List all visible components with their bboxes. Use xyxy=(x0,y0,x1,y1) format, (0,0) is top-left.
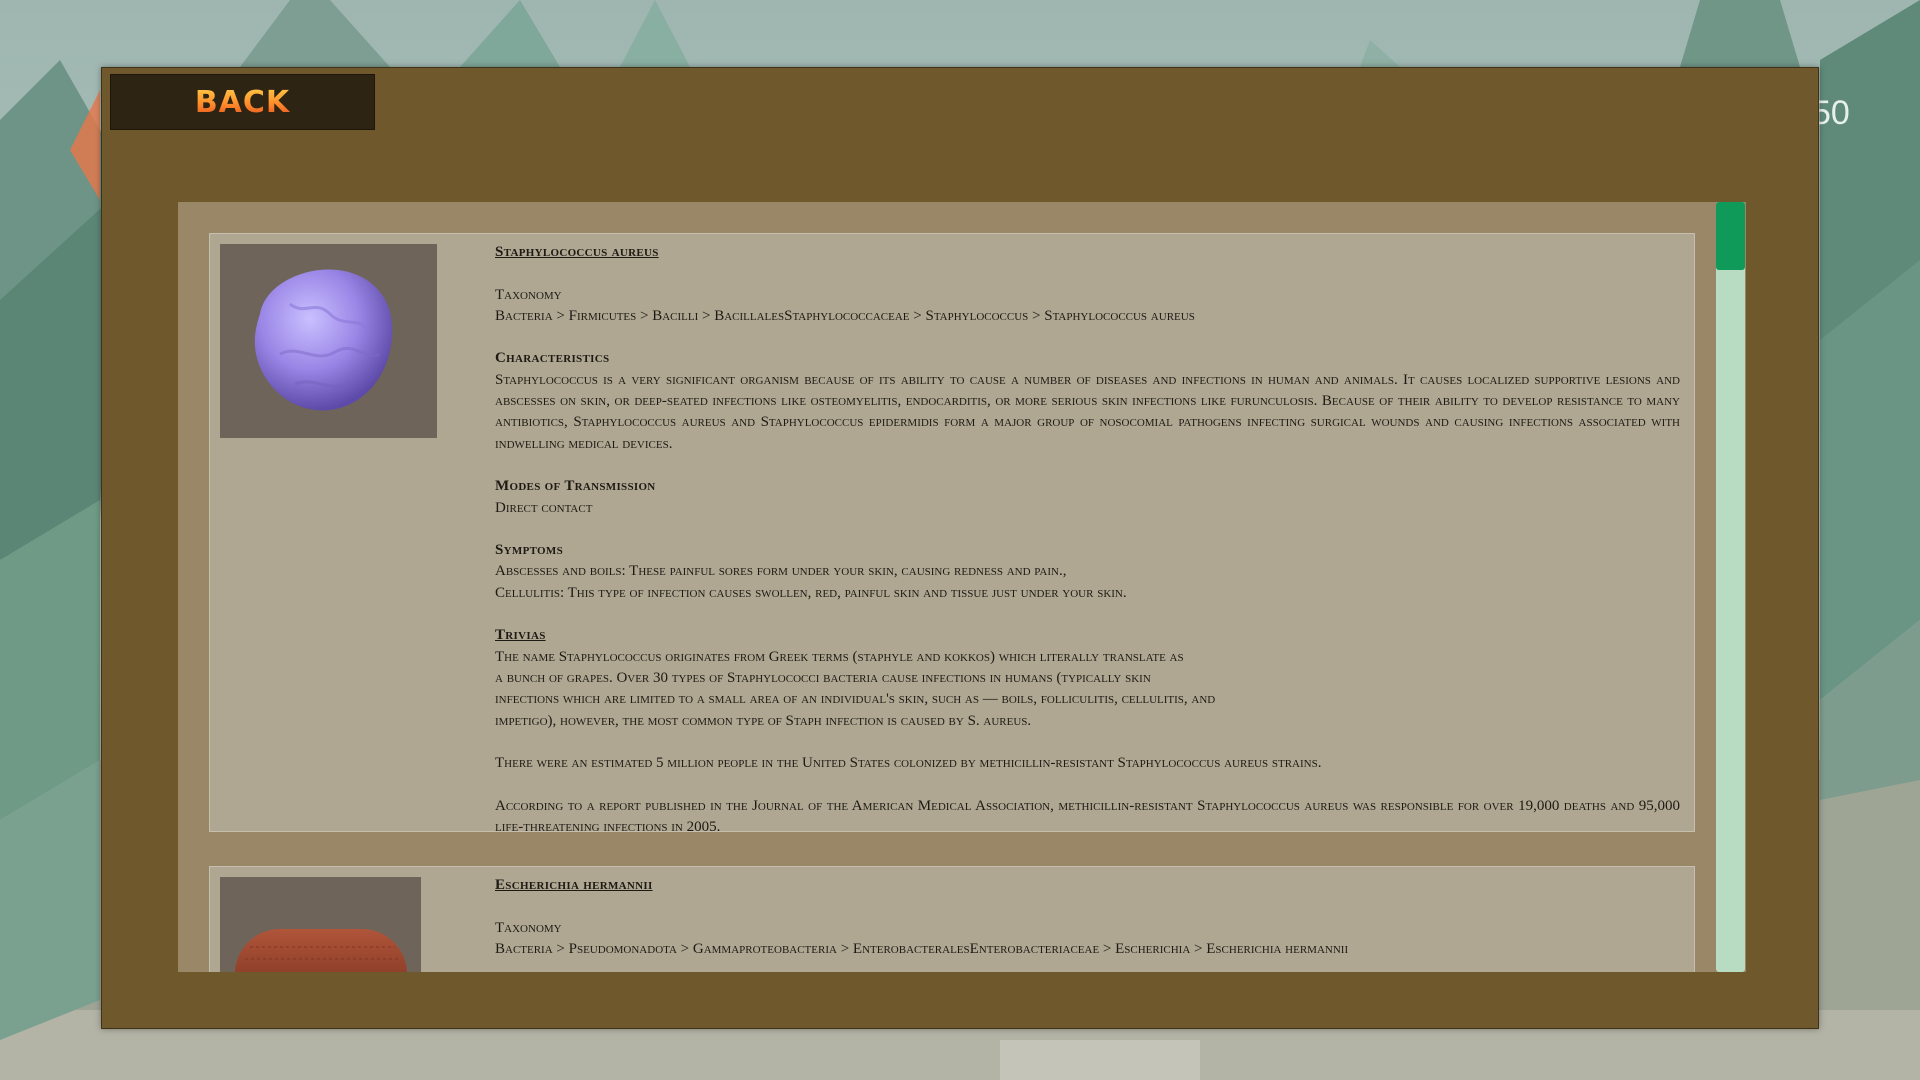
scrollbar-thumb[interactable] xyxy=(1716,202,1745,270)
transmission-text: Direct contact xyxy=(495,499,593,516)
back-button-label: BACK xyxy=(194,84,291,120)
taxonomy-text: Bacteria > Firmicutes > Bacilli > Bacill… xyxy=(495,307,1195,324)
entry-title: Staphylococcus aureus xyxy=(495,244,659,260)
encyclopedia-panel: BACK Staphylococcus aureus Taxonomy Bact… xyxy=(101,67,1819,1029)
characteristics-text: Staphylococcus is a very significant org… xyxy=(495,371,1680,452)
symptom-item: Cellulitis: This type of infection cause… xyxy=(495,584,1127,601)
symptoms-heading: Symptoms xyxy=(495,542,563,559)
trivias-heading: Trivias xyxy=(495,627,546,644)
symptom-item: Abscesses and boils: These painful sores… xyxy=(495,563,1067,580)
trivia-paragraph: There were an estimated 5 million people… xyxy=(495,755,1322,772)
back-button[interactable]: BACK xyxy=(110,74,375,130)
entry-text: Escherichia hermannii Taxonomy Bacteria … xyxy=(495,875,1680,960)
trivia-line: impetigo), however, the most common type… xyxy=(495,712,1032,729)
scrollbar-track[interactable] xyxy=(1716,202,1745,972)
entry-title: Escherichia hermannii xyxy=(495,877,653,893)
taxonomy-text: Bacteria > Pseudomonadota > Gammaproteob… xyxy=(495,940,1349,957)
entry-text: Staphylococcus aureus Taxonomy Bacteria … xyxy=(495,242,1680,838)
transmission-heading: Modes of Transmission xyxy=(495,478,656,495)
trivia-line: a bunch of grapes. Over 30 types of Stap… xyxy=(495,669,1151,686)
bacterium-image xyxy=(220,244,437,438)
bacterium-image xyxy=(220,877,421,972)
entries-scroll-view[interactable]: Staphylococcus aureus Taxonomy Bacteria … xyxy=(178,202,1746,972)
trivia-line: infections which are limited to a small … xyxy=(495,691,1216,708)
taxonomy-heading: Taxonomy xyxy=(495,286,562,303)
taxonomy-heading: Taxonomy xyxy=(495,919,562,936)
trivia-line: The name Staphylococcus originates from … xyxy=(495,648,1184,665)
entry-card: Escherichia hermannii Taxonomy Bacteria … xyxy=(209,866,1695,972)
characteristics-heading: Characteristics xyxy=(495,350,610,367)
trivia-paragraph: According to a report published in the J… xyxy=(495,797,1680,836)
entry-card: Staphylococcus aureus Taxonomy Bacteria … xyxy=(209,233,1695,835)
